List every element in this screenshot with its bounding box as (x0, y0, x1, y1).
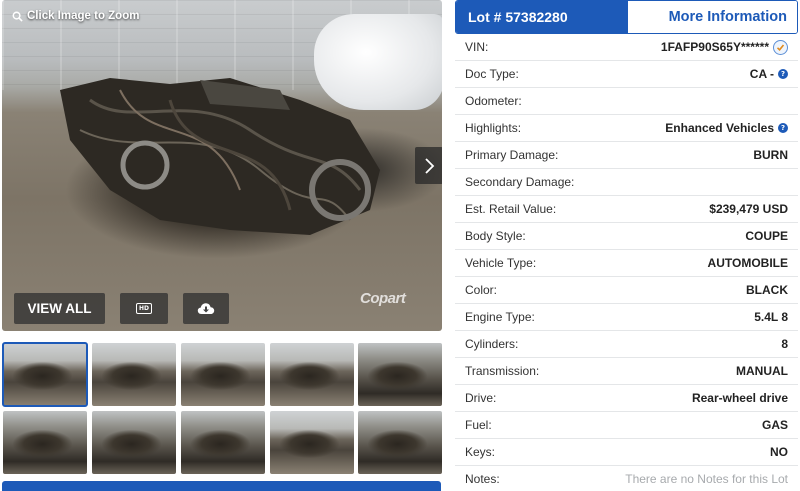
detail-value: BURN (753, 148, 788, 162)
detail-label: Odometer: (465, 94, 522, 108)
thumbnail-8[interactable] (181, 411, 265, 474)
detail-label: Est. Retail Value: (465, 202, 557, 216)
detail-row-odometer: Odometer: (455, 88, 798, 115)
burned-wreck (60, 78, 380, 235)
more-information-tab[interactable]: More Information (628, 1, 797, 33)
detail-row-color: Color: BLACK (455, 277, 798, 304)
detail-value: BLACK (746, 283, 788, 297)
detail-label: Keys: (465, 445, 496, 459)
detail-value: There are no Notes for this Lot (625, 472, 788, 486)
zoom-hint-text: Click Image to Zoom (27, 10, 140, 22)
copart-watermark: Copart (360, 290, 406, 307)
lot-number: Lot # 57382280 (456, 1, 628, 33)
search-icon (12, 11, 23, 22)
detail-label: Doc Type: (465, 67, 519, 81)
bottom-panel-edge (2, 481, 441, 491)
detail-label: Secondary Damage: (465, 175, 575, 189)
detail-label: VIN: (465, 40, 489, 54)
detail-label: Transmission: (465, 364, 540, 378)
detail-label: Drive: (465, 391, 497, 405)
hd-icon: HD (136, 303, 152, 314)
detail-row-secondary-damage: Secondary Damage: (455, 169, 798, 196)
verified-check-icon[interactable] (773, 39, 788, 55)
detail-row-body-style: Body Style: COUPE (455, 223, 798, 250)
detail-value: COUPE (745, 229, 788, 243)
detail-value: Enhanced Vehicles ? (665, 121, 788, 135)
detail-value: AUTOMOBILE (707, 256, 788, 270)
detail-label: Body Style: (465, 229, 526, 243)
thumbnail-2[interactable] (92, 343, 176, 406)
detail-value: GAS (761, 418, 788, 432)
detail-value: MANUAL (736, 364, 788, 378)
detail-label: Engine Type: (465, 310, 535, 324)
lot-header: Lot # 57382280 More Information (455, 0, 798, 34)
view-all-button[interactable]: VIEW ALL (14, 293, 105, 324)
thumbnail-4[interactable] (270, 343, 354, 406)
thumbnail-9[interactable] (270, 411, 354, 474)
detail-label: Fuel: (465, 418, 492, 432)
thumbnail-6[interactable] (3, 411, 87, 474)
detail-row-notes: Notes: There are no Notes for this Lot (455, 466, 798, 491)
detail-row-keys: Keys: NO (455, 439, 798, 466)
detail-label: Primary Damage: (465, 148, 559, 162)
detail-row-vehicle-type: Vehicle Type: AUTOMOBILE (455, 250, 798, 277)
detail-label: Notes: (465, 472, 500, 486)
detail-row-doc-type: Doc Type: CA - ? (455, 61, 798, 88)
detail-row-cylinders: Cylinders: 8 (455, 331, 798, 358)
doc-type-value: CA - (749, 67, 774, 81)
lot-page: Click Image to Zoom Copart VIEW ALL HD L… (0, 0, 800, 491)
detail-label: Highlights: (465, 121, 522, 135)
detail-row-drive: Drive: Rear-wheel drive (455, 385, 798, 412)
detail-row-fuel: Fuel: GAS (455, 412, 798, 439)
detail-row-engine-type: Engine Type: 5.4L 8 (455, 304, 798, 331)
highlights-value: Enhanced Vehicles (665, 121, 774, 135)
detail-value: NO (770, 445, 788, 459)
main-vehicle-image[interactable]: Click Image to Zoom Copart VIEW ALL HD (2, 0, 442, 331)
vin-value: 1FAFP90S65Y****** (660, 40, 769, 54)
detail-row-highlights: Highlights: Enhanced Vehicles ? (455, 115, 798, 142)
detail-row-retail-value: Est. Retail Value: $239,479 USD (455, 196, 798, 223)
detail-value: CA - ? (750, 67, 788, 81)
zoom-hint: Click Image to Zoom (12, 10, 139, 22)
hd-button[interactable]: HD (120, 293, 168, 324)
detail-value: 8 (781, 337, 788, 351)
detail-value: $239,479 USD (709, 202, 788, 216)
cloud-download-icon (197, 302, 215, 314)
detail-row-primary-damage: Primary Damage: BURN (455, 142, 798, 169)
chevron-right-icon (425, 157, 435, 174)
detail-value: Rear-wheel drive (691, 391, 788, 405)
help-icon[interactable]: ? (778, 123, 788, 133)
detail-label: Cylinders: (465, 337, 519, 351)
thumbnail-7[interactable] (92, 411, 176, 474)
lot-details-panel: Lot # 57382280 More Information VIN: 1FA… (455, 0, 798, 491)
detail-value: 5.4L 8 (754, 310, 788, 324)
thumbnail-3[interactable] (181, 343, 265, 406)
detail-row-vin: VIN: 1FAFP90S65Y****** (455, 34, 798, 61)
detail-value: 1FAFP90S65Y****** (660, 39, 788, 55)
detail-label: Vehicle Type: (465, 256, 537, 270)
details-table: VIN: 1FAFP90S65Y****** Doc Type: CA - ? … (455, 34, 798, 491)
thumbnail-1[interactable] (2, 342, 88, 407)
detail-label: Color: (465, 283, 498, 297)
download-button[interactable] (183, 293, 229, 324)
image-gallery: Click Image to Zoom Copart VIEW ALL HD (0, 0, 442, 491)
detail-row-transmission: Transmission: MANUAL (455, 358, 798, 385)
next-image-button[interactable] (415, 147, 442, 184)
help-icon[interactable]: ? (778, 69, 788, 79)
thumbnail-10[interactable] (358, 411, 442, 474)
thumbnail-5[interactable] (358, 343, 442, 406)
